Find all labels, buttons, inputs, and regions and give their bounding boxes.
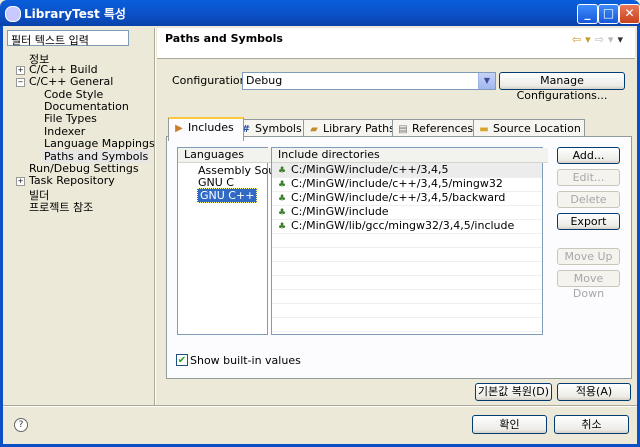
tree-item-project-references[interactable]: 프로젝트 참조	[29, 199, 93, 215]
include-directory-path: C:/MinGW/include	[291, 205, 389, 218]
configuration-select[interactable]: Debug ▼	[242, 72, 496, 90]
show-builtin-label: Show built-in values	[190, 354, 301, 367]
tree-item-language-mappings[interactable]: Language Mappings	[44, 137, 155, 150]
title-bar: LibraryTest 특성 _ □ ✕	[0, 0, 640, 26]
include-directory-row[interactable]: ♣ C:/MinGW/include/c++/3,4,5/mingw32	[272, 177, 542, 192]
window-title: LibraryTest 특성	[24, 7, 126, 21]
include-directory-row[interactable]: ♣ C:/MinGW/lib/gcc/mingw32/3,4,5/include	[272, 219, 542, 234]
empty-row	[272, 317, 542, 332]
minimize-button[interactable]: _	[577, 4, 598, 24]
include-directory-path: C:/MinGW/lib/gcc/mingw32/3,4,5/include	[291, 219, 515, 232]
tab-symbols-label: Symbols	[255, 122, 302, 135]
delete-button[interactable]: Delete	[557, 191, 620, 208]
references-icon: ▤	[398, 124, 408, 135]
tab-library-paths-label: Library Paths	[323, 122, 395, 135]
tab-includes[interactable]: ▶ Includes	[168, 117, 244, 141]
restore-defaults-button[interactable]: 기본값 복원(D)	[475, 383, 552, 401]
empty-row	[272, 247, 542, 262]
view-menu-icon[interactable]: ▾	[617, 33, 627, 46]
footer-separator	[3, 405, 637, 407]
apply-button[interactable]: 적용(A)	[557, 383, 631, 401]
include-directory-row[interactable]: ♣ C:/MinGW/include/c++/3,4,5/backward	[272, 191, 542, 206]
chevron-down-icon[interactable]: ▼	[478, 73, 495, 89]
include-directory-row[interactable]: ♣ C:/MinGW/include	[272, 205, 542, 220]
include-directory-path: C:/MinGW/include/c++/3,4,5/mingw32	[291, 177, 503, 190]
forward-arrow-icon[interactable]: ⇨▾	[595, 33, 618, 46]
language-item-gnu-cpp[interactable]: GNU C++	[197, 188, 258, 203]
move-down-button[interactable]: Move Down	[557, 270, 620, 300]
empty-row	[272, 275, 542, 290]
tree-item-file-types[interactable]: File Types	[44, 112, 97, 125]
page-header: Paths and Symbols ⇦▾⇨▾▾	[157, 28, 635, 58]
nav-controls: ⇦▾⇨▾▾	[572, 33, 627, 46]
back-arrow-icon[interactable]: ⇦▾	[572, 33, 595, 46]
header-separator	[157, 58, 635, 59]
empty-row	[272, 289, 542, 304]
empty-row	[272, 233, 542, 248]
empty-row	[272, 261, 542, 276]
category-tree: 정보 + C/C++ Build − C/C++ General Code St…	[0, 50, 155, 220]
tab-references-label: References	[412, 122, 474, 135]
filter-input[interactable]: 필터 텍스트 입력	[7, 30, 129, 47]
languages-list[interactable]: Languages Assembly Sou GNU C GNU C++	[177, 147, 275, 335]
collapse-icon[interactable]: −	[16, 78, 25, 87]
tab-source-location-label: Source Location	[493, 122, 581, 135]
include-directories-list[interactable]: Include directories ♣ C:/MinGW/include/c+…	[271, 147, 548, 335]
pane-divider[interactable]	[154, 28, 156, 406]
expand-icon[interactable]: +	[16, 66, 25, 75]
cancel-button[interactable]: 취소	[554, 415, 629, 434]
export-button[interactable]: Export	[557, 213, 620, 230]
expand-icon[interactable]: +	[16, 177, 25, 186]
include-directory-row[interactable]: ♣ C:/MinGW/include/c++/3,4,5	[272, 163, 542, 178]
show-builtin-checkbox[interactable]: ✔	[176, 354, 188, 366]
empty-row	[272, 303, 542, 318]
library-icon: ▰	[310, 124, 318, 135]
configuration-label: Configuration:	[172, 74, 251, 87]
move-up-button[interactable]: Move Up	[557, 248, 620, 265]
ok-button[interactable]: 확인	[472, 415, 547, 434]
tab-bar: ▶ Includes # Symbols ▰ Library Paths ▤ Refer…	[166, 117, 632, 141]
include-directory-path: C:/MinGW/include/c++/3,4,5/backward	[291, 191, 506, 204]
configuration-value: Debug	[246, 74, 283, 87]
maximize-button[interactable]: □	[598, 4, 619, 24]
languages-header: Languages	[178, 148, 273, 163]
include-directory-path: C:/MinGW/include/c++/3,4,5	[291, 163, 449, 176]
edit-button[interactable]: Edit...	[557, 169, 620, 186]
tree-item-cpp-general[interactable]: C/C++ General	[29, 75, 113, 88]
page-title: Paths and Symbols	[165, 32, 283, 45]
add-button[interactable]: Add...	[557, 147, 620, 164]
close-button[interactable]: ✕	[619, 4, 640, 24]
include-directories-header: Include directories	[272, 148, 548, 163]
tab-includes-label: Includes	[188, 121, 234, 134]
tree-item-task-repository[interactable]: Task Repository	[29, 174, 115, 187]
folder-icon: ▬	[479, 124, 489, 135]
manage-configurations-button[interactable]: Manage Configurations...	[499, 72, 625, 102]
includes-icon: ▶	[175, 123, 183, 134]
eclipse-icon	[5, 6, 21, 22]
help-icon[interactable]: ?	[14, 418, 28, 432]
